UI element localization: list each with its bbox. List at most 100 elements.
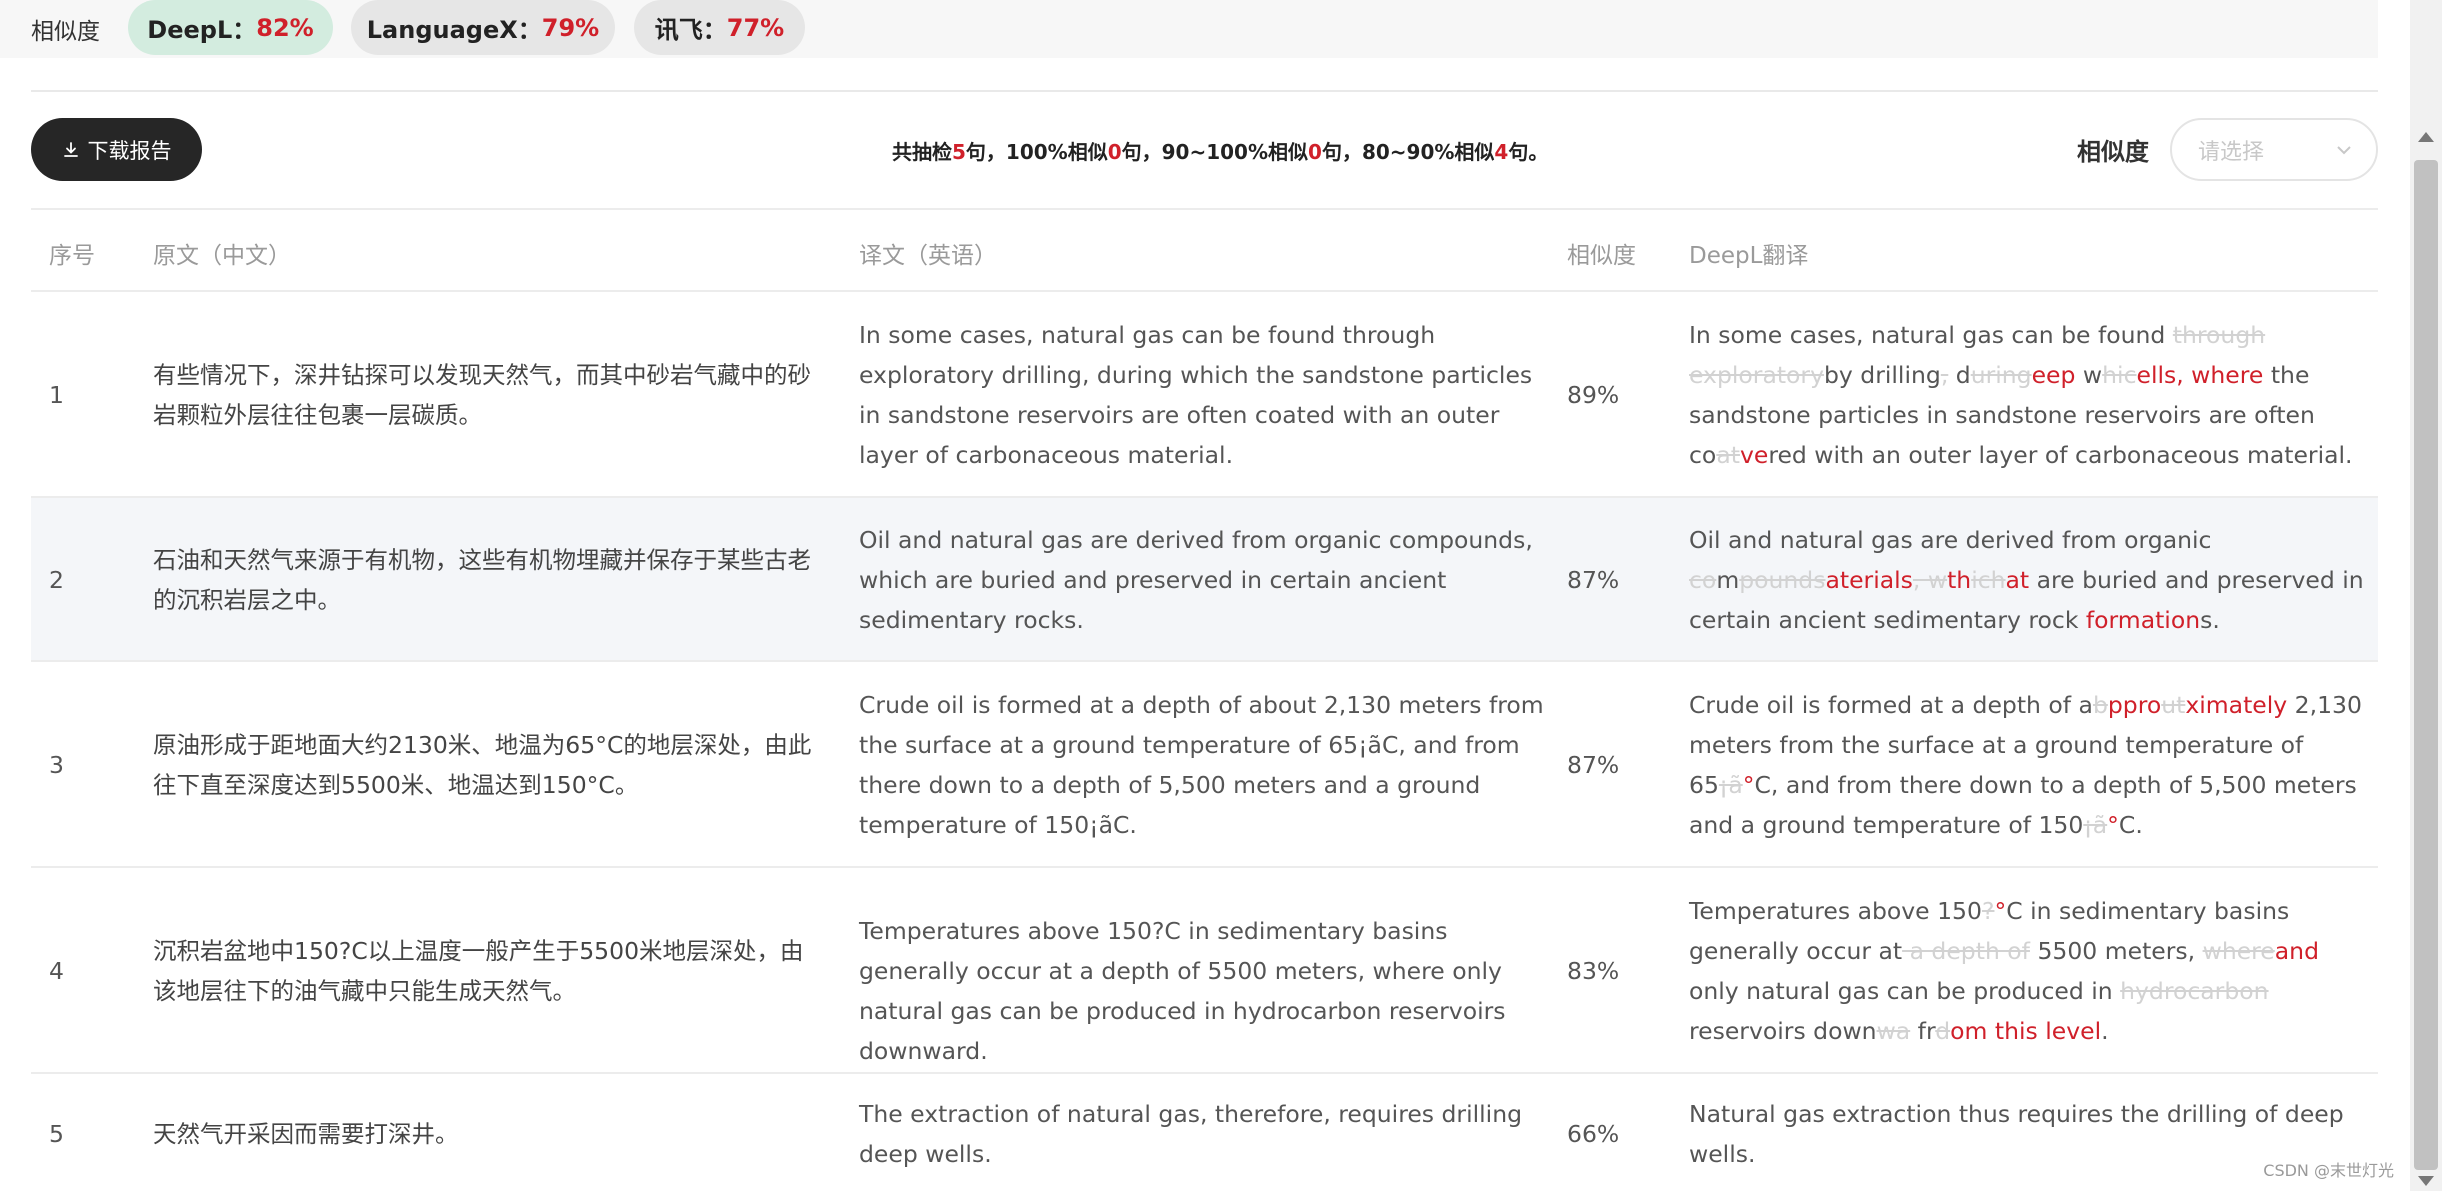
csdn-watermark: CSDN @末世灯光 — [2263, 1161, 2394, 1180]
row-number: 1 — [49, 381, 64, 409]
row-number: 2 — [49, 566, 64, 594]
table-row[interactable]: 2 石油和天然气来源于有机物，这些有机物埋藏并保存于某些古老的沉积岩层之中。 O… — [31, 498, 2378, 662]
row-deepl-diff: Oil and natural gas are derived from org… — [1689, 520, 2374, 640]
table-row[interactable]: 5 天然气开采因而需要打深井。 The extraction of natura… — [31, 1074, 2378, 1191]
diff-deleted-text: where — [2202, 937, 2275, 965]
deepl-similarity-pill[interactable]: DeepL： 82% — [128, 0, 333, 55]
diff-deleted-text: ich — [1971, 566, 2006, 594]
row-deepl-diff: Temperatures above 150?°C in sedimentary… — [1689, 891, 2374, 1051]
row-similarity: 83% — [1567, 957, 1620, 985]
pill-engine: DeepL： — [147, 16, 257, 44]
pill-engine: LanguageX： — [366, 16, 542, 44]
diff-inserted-text: ve — [1739, 441, 1769, 469]
diff-text: reservoirs down — [1689, 1017, 1877, 1045]
diff-inserted-text: ° — [1742, 771, 1755, 799]
diff-text: In some cases, natural gas can be found — [1689, 321, 2173, 349]
diff-deleted-text: at — [1716, 441, 1740, 469]
download-report-label: 下载报告 — [87, 138, 172, 163]
diff-text: fr — [1910, 1017, 1936, 1045]
diff-inserted-text: at — [2005, 566, 2030, 594]
diff-inserted-text: th — [1947, 566, 1972, 594]
diff-deleted-text: a depth of — [1902, 937, 2030, 965]
row-similarity: 89% — [1567, 381, 1620, 409]
table-row[interactable]: 4 沉积岩盆地中150?C以上温度一般产生于5500米地层深处，由该地层往下的油… — [31, 868, 2378, 1074]
summary-text: 句，80~90%相似 — [1321, 140, 1495, 164]
diff-inserted-text: ells, where — [2136, 361, 2264, 389]
row-number: 4 — [49, 957, 64, 985]
diff-inserted-text: and — [2274, 937, 2319, 965]
row-source-text: 有些情况下，深井钻探可以发现天然气，而其中砂岩气藏中的砂岩颗粒外层往往包裹一层碳… — [153, 361, 811, 429]
row-similarity: 66% — [1567, 1120, 1620, 1148]
table-header: 序号 原文（中文） 译文（英语） 相似度 DeepL翻译 — [31, 208, 2378, 292]
languagex-similarity-pill[interactable]: LanguageX： 79% — [351, 0, 615, 55]
pill-value: 79% — [541, 13, 600, 42]
diff-inserted-text: om this level — [1950, 1017, 2102, 1045]
similarity-filter-select[interactable]: 请选择 — [2170, 118, 2378, 181]
diff-deleted-text: ut — [2161, 691, 2186, 719]
diff-deleted-text: wa — [1876, 1017, 1911, 1045]
diff-text: by drilling — [1824, 361, 1941, 389]
similarity-filter-label: 相似度 — [2077, 138, 2149, 166]
download-report-button[interactable]: 下载报告 — [31, 118, 202, 181]
row-translation-text: Oil and natural gas are derived from org… — [859, 526, 1533, 634]
row-translation-text: The extraction of natural gas, therefore… — [859, 1100, 1523, 1168]
diff-deleted-text: ¡ã — [2083, 811, 2108, 839]
summary-80-count: 4 — [1494, 140, 1509, 164]
diff-deleted-text: co — [1689, 566, 1717, 594]
header-similarity: 相似度 — [1567, 243, 1636, 269]
summary-text: 共抽检 — [892, 140, 952, 164]
diff-deleted-text: hic — [2102, 361, 2137, 389]
row-source-text: 沉积岩盆地中150?C以上温度一般产生于5500米地层深处，由该地层往下的油气藏… — [153, 937, 804, 1005]
diff-inserted-text: ppro — [2107, 691, 2162, 719]
row-similarity: 87% — [1567, 751, 1620, 779]
row-translation-text: In some cases, natural gas can be found … — [859, 321, 1533, 469]
diff-text: Oil and natural gas are derived from org… — [1689, 526, 2212, 554]
summary-text: 句，100%相似 — [965, 140, 1108, 164]
diff-deleted-text: d — [1935, 1017, 1951, 1045]
similarity-overview-bar: 相似度 DeepL： 82% LanguageX： 79% 讯飞： 77% — [0, 0, 2378, 58]
comparison-table: 序号 原文（中文） 译文（英语） 相似度 DeepL翻译 1 有些情况下，深井钻… — [31, 208, 2378, 1191]
diff-text: C, and from there down to a depth of 5,5… — [1689, 771, 2357, 839]
table-row[interactable]: 1 有些情况下，深井钻探可以发现天然气，而其中砂岩气藏中的砂岩颗粒外层往往包裹一… — [31, 292, 2378, 498]
scroll-up-arrow-icon[interactable] — [2418, 132, 2434, 142]
diff-text: w — [2075, 361, 2103, 389]
table-row[interactable]: 3 原油形成于距地面大约2130米、地温为65°C的地层深处，由此往下直至深度达… — [31, 662, 2378, 868]
diff-inserted-text: ximately — [2185, 691, 2288, 719]
scroll-down-arrow-icon[interactable] — [2418, 1176, 2434, 1186]
diff-text: m — [1716, 566, 1740, 594]
diff-text: Crude oil is formed at a depth of a — [1689, 691, 2093, 719]
select-placeholder: 请选择 — [2198, 139, 2265, 165]
header-num: 序号 — [49, 243, 95, 269]
diff-deleted-text: ? — [1981, 897, 1995, 925]
diff-inserted-text: formation — [2085, 606, 2201, 634]
diff-deleted-text: pounds — [1739, 566, 1826, 594]
xunfei-similarity-pill[interactable]: 讯飞： 77% — [634, 0, 805, 55]
diff-text: . — [2101, 1017, 2109, 1045]
row-source-text: 石油和天然气来源于有机物，这些有机物埋藏并保存于某些古老的沉积岩层之中。 — [153, 546, 811, 614]
section-divider — [31, 90, 2378, 92]
diff-deleted-text: ¡ã — [1718, 771, 1743, 799]
diff-text: red with an outer layer of carbonaceous … — [1768, 441, 2353, 469]
diff-text: only natural gas can be produced in — [1689, 977, 2121, 1005]
row-number: 5 — [49, 1120, 64, 1148]
chevron-down-icon — [2337, 146, 2351, 155]
diff-deleted-text: hydrocarbon — [2120, 977, 2269, 1005]
header-deepl: DeepL翻译 — [1689, 243, 1809, 269]
row-similarity: 87% — [1567, 566, 1620, 594]
download-icon — [63, 141, 78, 157]
row-translation-text: Temperatures above 150?C in sedimentary … — [859, 917, 1506, 1065]
row-deepl-diff: Crude oil is formed at a depth of abppro… — [1689, 685, 2374, 845]
pill-engine: 讯飞： — [654, 16, 727, 44]
sampling-summary: 共抽检5句，100%相似0句，90~100%相似0句，80~90%相似4句。 — [892, 136, 1548, 165]
diff-inserted-text: ° — [2107, 811, 2119, 839]
row-number: 3 — [49, 751, 64, 779]
diff-deleted-text: , w — [1912, 566, 1948, 594]
diff-inserted-text: aterials — [1825, 566, 1913, 594]
row-source-text: 原油形成于距地面大约2130米、地温为65°C的地层深处，由此往下直至深度达到5… — [153, 731, 812, 799]
row-translation-text: Crude oil is formed at a depth of about … — [859, 691, 1544, 839]
similarity-label: 相似度 — [31, 19, 100, 45]
diff-text: Natural gas extraction thus requires the… — [1689, 1100, 2344, 1168]
diff-text: s. — [2200, 606, 2220, 634]
diff-inserted-text: ° — [1994, 897, 2007, 925]
scrollbar-thumb[interactable] — [2414, 160, 2438, 1170]
